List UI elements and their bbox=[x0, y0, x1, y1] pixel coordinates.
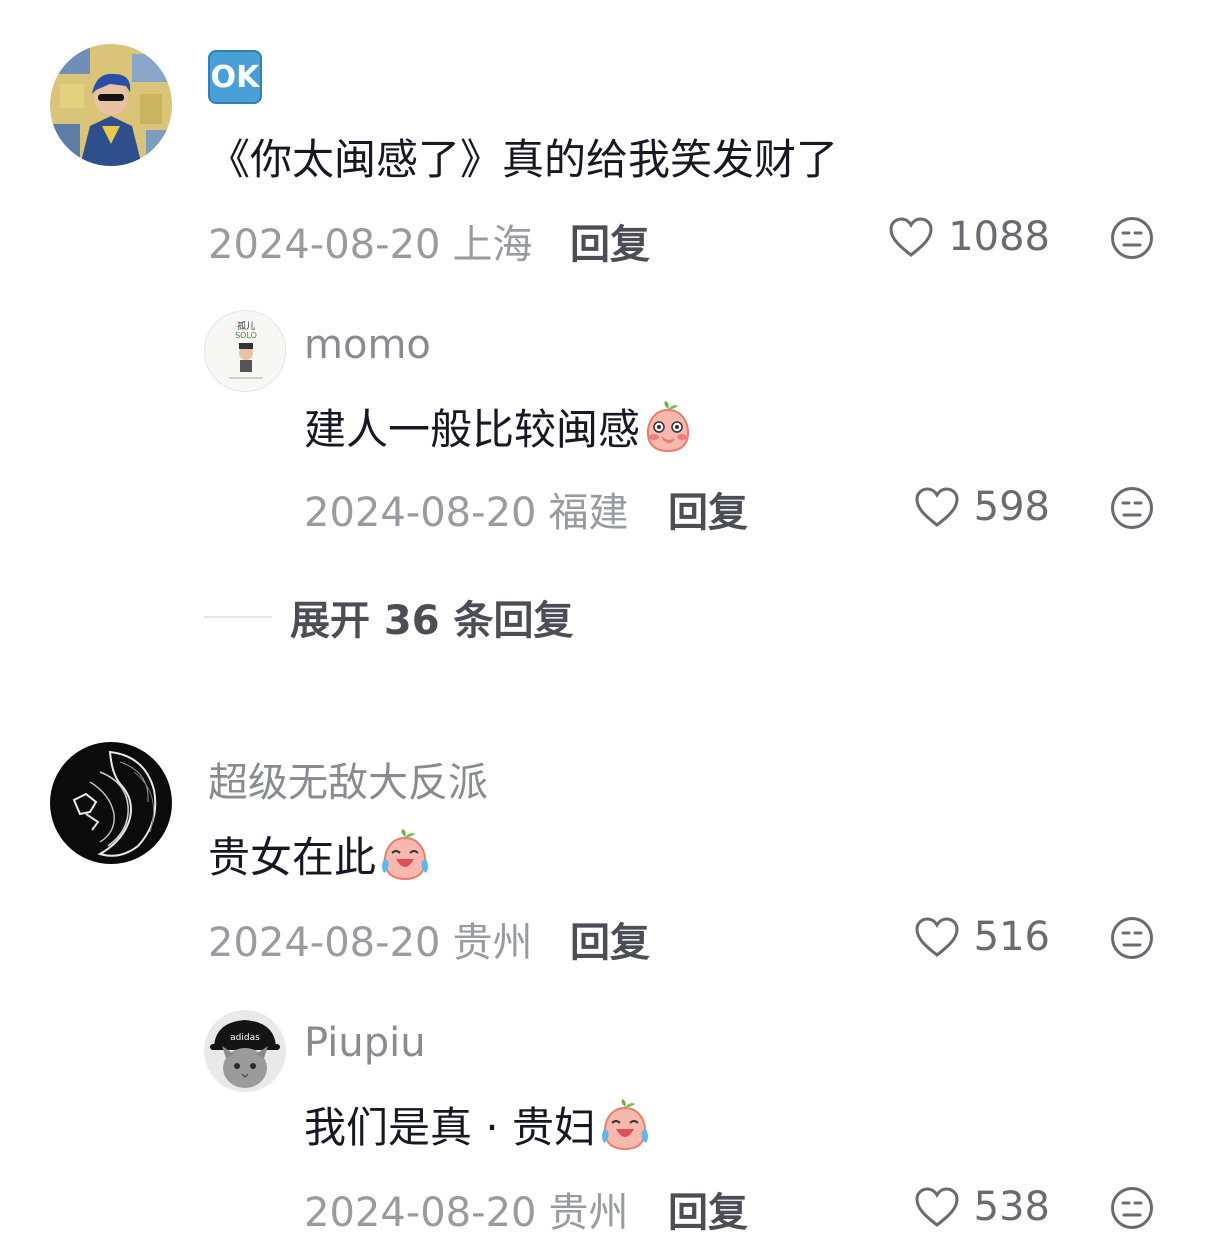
avatar[interactable]: 孤儿 SOLO bbox=[204, 310, 286, 392]
like-count: 516 bbox=[973, 914, 1050, 960]
like-button[interactable]: 516 bbox=[914, 914, 1050, 960]
neutral-face-icon[interactable] bbox=[1110, 216, 1154, 260]
comment-text: 《你太闽感了》真的给我笑发财了 bbox=[208, 135, 839, 184]
shy-peach-emoji bbox=[642, 400, 694, 453]
reply-date: 2024-08-20 bbox=[304, 1190, 537, 1236]
reply-text: 建人一般比较闽感 bbox=[304, 396, 694, 457]
crying-laughing-peach-emoji bbox=[598, 1098, 652, 1151]
reply-location: 贵州 bbox=[548, 1190, 629, 1236]
avatar[interactable] bbox=[50, 44, 172, 166]
reply-date: 2024-08-20 bbox=[304, 490, 537, 536]
reply-username[interactable]: Piupiu bbox=[304, 1020, 426, 1066]
reply-username[interactable]: momo bbox=[304, 322, 431, 368]
like-count: 1088 bbox=[948, 214, 1050, 260]
svg-text:SOLO: SOLO bbox=[235, 331, 257, 340]
avatar[interactable] bbox=[50, 742, 172, 864]
comment-item: OK 《你太闽感了》真的给我笑发财了 2024-08-20 上海 回复 1088 … bbox=[0, 0, 1228, 700]
comment-meta: 2024-08-20 上海 bbox=[208, 212, 532, 270]
divider bbox=[204, 616, 272, 618]
comment-username[interactable]: 超级无敌大反派 bbox=[208, 750, 488, 808]
reply-button[interactable]: 回复 bbox=[668, 480, 748, 538]
comment-date: 2024-08-20 bbox=[208, 222, 441, 268]
heart-outline-icon bbox=[914, 1186, 960, 1228]
like-button[interactable]: 598 bbox=[914, 484, 1050, 530]
heart-outline-icon bbox=[914, 916, 960, 958]
reply-text: 我们是真 · 贵妇 bbox=[304, 1094, 652, 1155]
reply-button[interactable]: 回复 bbox=[570, 212, 650, 270]
comment-meta: 2024-08-20 贵州 bbox=[208, 910, 532, 968]
crying-laughing-peach-emoji bbox=[378, 828, 432, 881]
comment-location: 上海 bbox=[452, 222, 533, 268]
heart-outline-icon bbox=[888, 216, 934, 258]
comment-location: 贵州 bbox=[452, 920, 533, 966]
neutral-face-icon[interactable] bbox=[1110, 916, 1154, 960]
expand-replies-button[interactable]: 展开 36 条回复 bbox=[204, 588, 574, 646]
comment-item: 超级无敌大反派 贵女在此 2024-08-20 贵州 回复 516 adidas… bbox=[0, 700, 1228, 1247]
neutral-face-icon[interactable] bbox=[1110, 1186, 1154, 1230]
neutral-face-icon[interactable] bbox=[1110, 486, 1154, 530]
username-badge[interactable]: OK bbox=[208, 50, 262, 104]
avatar[interactable]: adidas bbox=[204, 1010, 286, 1092]
reply-button[interactable]: 回复 bbox=[570, 910, 650, 968]
reply-meta: 2024-08-20 福建 bbox=[304, 480, 628, 538]
reply-location: 福建 bbox=[548, 490, 629, 536]
expand-replies-label: 展开 36 条回复 bbox=[290, 598, 574, 644]
reply-meta: 2024-08-20 贵州 bbox=[304, 1180, 628, 1238]
like-button[interactable]: 538 bbox=[914, 1184, 1050, 1230]
reply-button[interactable]: 回复 bbox=[668, 1180, 748, 1238]
comment-text: 贵女在此 bbox=[208, 824, 432, 885]
like-count: 538 bbox=[973, 1184, 1050, 1230]
heart-outline-icon bbox=[914, 486, 960, 528]
like-button[interactable]: 1088 bbox=[888, 214, 1050, 260]
like-count: 598 bbox=[973, 484, 1050, 530]
svg-text:adidas: adidas bbox=[230, 1033, 260, 1043]
comment-date: 2024-08-20 bbox=[208, 920, 441, 966]
